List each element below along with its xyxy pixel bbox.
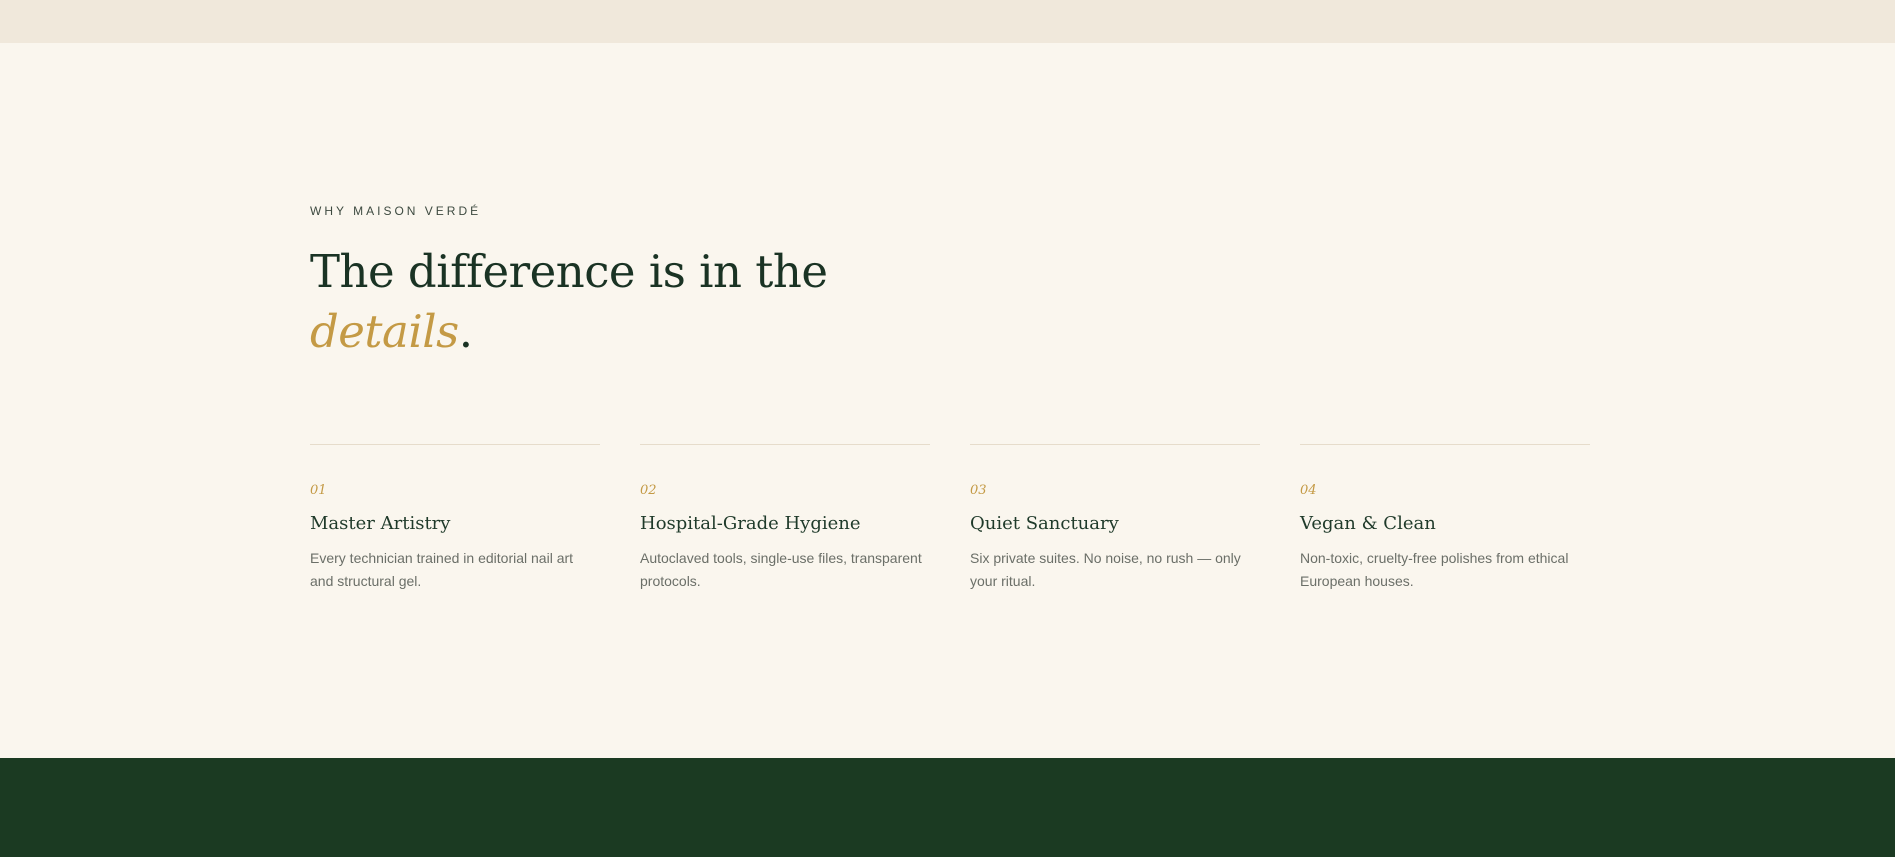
feature-divider bbox=[970, 444, 1260, 445]
section-eyebrow: WHY MAISON VERDÉ bbox=[310, 204, 482, 218]
footer-band bbox=[0, 758, 1895, 857]
feature-vegan-clean: 04 Vegan & Clean Non-toxic, cruelty-free… bbox=[1300, 444, 1590, 593]
features-grid: 01 Master Artistry Every technician trai… bbox=[310, 444, 1592, 604]
feature-divider bbox=[1300, 444, 1590, 445]
feature-master-artistry: 01 Master Artistry Every technician trai… bbox=[310, 444, 600, 593]
top-band bbox=[0, 0, 1895, 43]
feature-divider bbox=[310, 444, 600, 445]
feature-description: Every technician trained in editorial na… bbox=[310, 550, 574, 589]
feature-number: 02 bbox=[640, 483, 657, 498]
feature-title: Quiet Sanctuary bbox=[970, 513, 1119, 534]
feature-title: Hospital-Grade Hygiene bbox=[640, 513, 861, 534]
feature-description: Six private suites. No noise, no rush — … bbox=[970, 550, 1241, 589]
feature-description: Non-toxic, cruelty-free polishes from et… bbox=[1300, 550, 1569, 589]
feature-hospital-grade-hygiene: 02 Hospital-Grade Hygiene Autoclaved too… bbox=[640, 444, 930, 593]
feature-number: 01 bbox=[310, 483, 327, 498]
feature-description: Autoclaved tools, single-use files, tran… bbox=[640, 550, 922, 589]
feature-number: 03 bbox=[970, 483, 987, 498]
feature-number: 04 bbox=[1300, 483, 1317, 498]
section-headline: The difference is in the details. bbox=[310, 242, 828, 362]
headline-accent: details bbox=[310, 305, 459, 358]
feature-divider bbox=[640, 444, 930, 445]
headline-period: . bbox=[458, 305, 473, 358]
feature-title: Vegan & Clean bbox=[1300, 513, 1436, 534]
feature-title: Master Artistry bbox=[310, 513, 451, 534]
headline-line-1: The difference is in the bbox=[310, 245, 828, 298]
feature-quiet-sanctuary: 03 Quiet Sanctuary Six private suites. N… bbox=[970, 444, 1260, 593]
